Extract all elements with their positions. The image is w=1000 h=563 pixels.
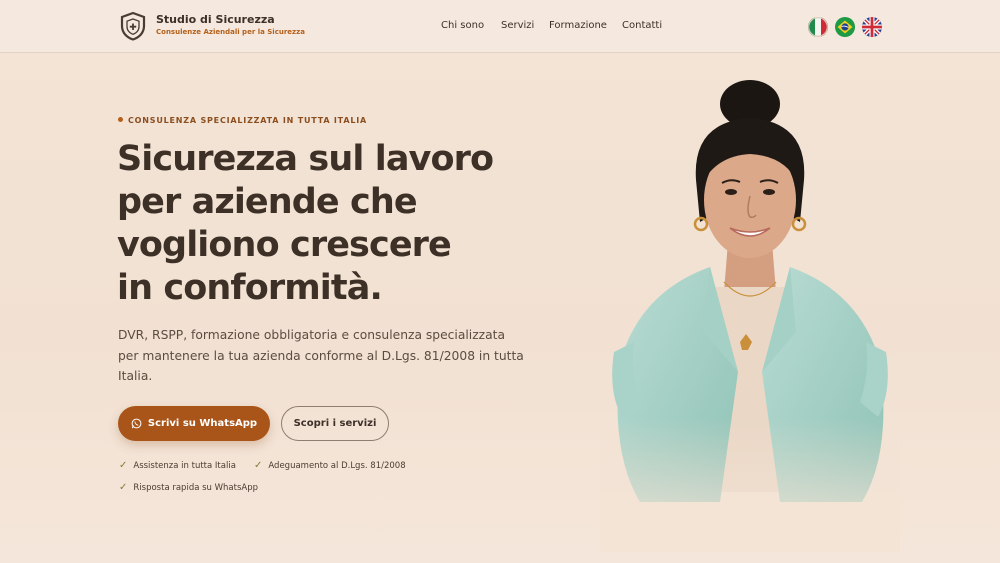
uk-flag-icon[interactable]	[862, 17, 882, 37]
headline-line-1: Sicurezza sul lavoro	[117, 139, 494, 179]
whatsapp-icon	[131, 418, 142, 429]
nav-contatti[interactable]: Contatti	[622, 20, 662, 31]
italy-flag-icon[interactable]	[808, 17, 828, 37]
headline-line-3: vogliono crescere	[117, 225, 452, 265]
check-label: Adeguamento al D.Lgs. 81/2008	[268, 460, 406, 471]
eyebrow-text: CONSULENZA SPECIALIZZATA IN TUTTA ITALIA	[128, 116, 367, 125]
brand-name[interactable]: Studio di Sicurezza	[156, 13, 275, 26]
headline-line-4: in conformità.	[117, 268, 383, 308]
nav-chi-sono[interactable]: Chi sono	[441, 20, 484, 31]
hero-headline: Sicurezza sul lavoro per aziende che vog…	[117, 138, 494, 310]
brand-tagline: Consulenze Aziendali per la Sicurezza	[156, 28, 305, 36]
hero-eyebrow: CONSULENZA SPECIALIZZATA IN TUTTA ITALIA	[118, 116, 367, 125]
brazil-flag-icon[interactable]	[835, 17, 855, 37]
shield-plus-icon[interactable]	[119, 11, 147, 41]
check-item: ✓ Adeguamento al D.Lgs. 81/2008	[254, 460, 406, 471]
whatsapp-button-label: Scrivi su WhatsApp	[147, 418, 258, 429]
whatsapp-button[interactable]: Scrivi su WhatsApp	[118, 406, 270, 441]
hero-subtext: DVR, RSPP, formazione obbligatoria e con…	[118, 328, 524, 383]
site-header: Studio di Sicurezza Consulenze Aziendali…	[0, 0, 1000, 53]
check-label: Risposta rapida su WhatsApp	[133, 482, 259, 493]
eyebrow-dot-icon	[118, 117, 123, 122]
check-icon: ✓	[119, 482, 128, 493]
discover-services-button[interactable]: Scopri i servizi	[281, 406, 389, 441]
headline-line-2: per aziende che	[117, 182, 418, 222]
check-label: Assistenza in tutta Italia	[133, 460, 236, 471]
nav-servizi[interactable]: Servizi	[501, 20, 534, 31]
check-item: ✓ Assistenza in tutta Italia	[119, 460, 236, 471]
nav-formazione[interactable]: Formazione	[549, 20, 607, 31]
check-item: ✓ Risposta rapida su WhatsApp	[119, 482, 258, 493]
check-icon: ✓	[254, 460, 263, 471]
consultant-portrait	[600, 72, 900, 552]
check-icon: ✓	[119, 460, 128, 471]
